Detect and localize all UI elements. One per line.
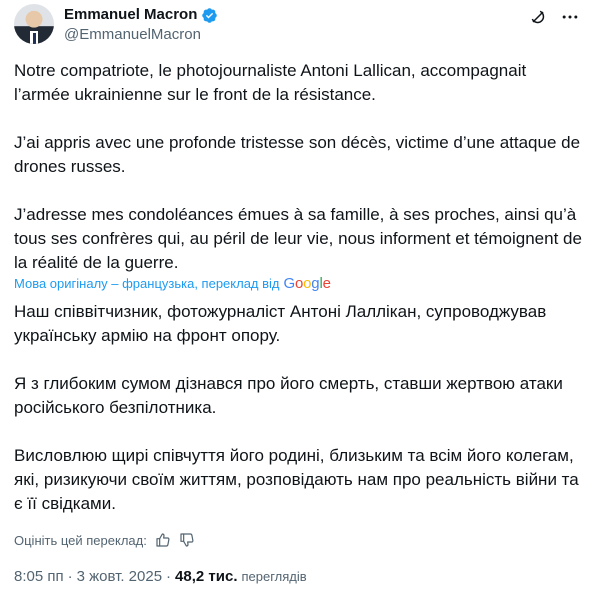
translated-paragraph-3: Висловлюю щирі співчуття його родині, бл… xyxy=(14,446,579,513)
translated-paragraph-1: Наш співвітчизник, фотожурналіст Антоні … xyxy=(14,302,547,345)
thumb-up-icon[interactable] xyxy=(155,532,171,548)
author-display-name-row[interactable]: Emmanuel Macron xyxy=(64,5,218,25)
author-names: Emmanuel Macron @EmmanuelMacron xyxy=(64,5,218,45)
meta-separator: · xyxy=(67,568,73,585)
avatar[interactable] xyxy=(14,4,54,44)
post-meta: 8:05 пп · 3 жовт. 2025 · 48,2 тис. перег… xyxy=(14,568,307,585)
post-time[interactable]: 8:05 пп xyxy=(14,568,64,585)
original-paragraph-3: J’adresse mes condoléances émues à sa fa… xyxy=(14,205,582,272)
post-header: Emmanuel Macron @EmmanuelMacron xyxy=(14,4,582,44)
more-icon[interactable] xyxy=(560,7,580,27)
verified-badge-icon xyxy=(202,7,218,23)
grok-icon[interactable] xyxy=(528,7,548,27)
translation-note[interactable]: Мова оригіналу – французька, переклад ві… xyxy=(14,274,331,294)
meta-separator-2: · xyxy=(166,568,172,585)
translation-note-text[interactable]: Мова оригіналу – французька, переклад ві… xyxy=(14,274,280,294)
views-count[interactable]: 48,2 тис. xyxy=(175,568,237,585)
original-paragraph-1: Notre compatriote, le photojournaliste A… xyxy=(14,61,527,104)
rate-translation-label: Оцініть цей переклад: xyxy=(14,532,147,548)
rate-translation: Оцініть цей переклад: xyxy=(14,532,195,548)
author-handle[interactable]: @EmmanuelMacron xyxy=(64,25,218,45)
google-logo: Google xyxy=(283,275,331,292)
avatar-tie xyxy=(32,33,36,44)
thumb-down-icon[interactable] xyxy=(179,532,195,548)
translated-paragraph-2: Я з глибоким сумом дізнався про його сме… xyxy=(14,374,563,417)
original-text: Notre compatriote, le photojournaliste A… xyxy=(14,59,582,275)
post-date[interactable]: 3 жовт. 2025 xyxy=(77,568,162,585)
translated-text: Наш співвітчизник, фотожурналіст Антоні … xyxy=(14,300,582,516)
author-display-name[interactable]: Emmanuel Macron xyxy=(64,5,197,25)
original-paragraph-2: J’ai appris avec une profonde tristesse … xyxy=(14,133,581,176)
views-label: переглядів xyxy=(241,569,307,584)
